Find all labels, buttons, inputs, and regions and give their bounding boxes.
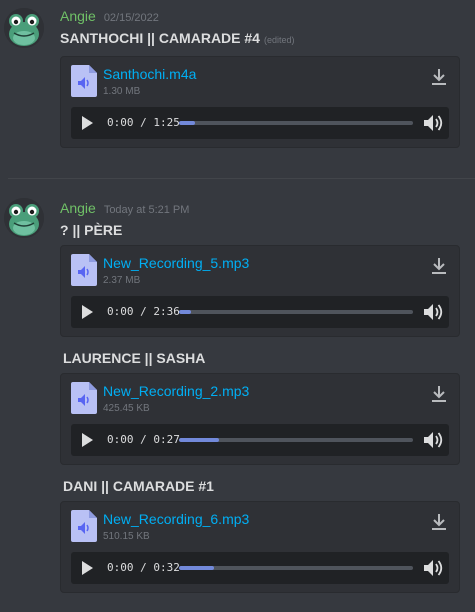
frog-avatar-icon (4, 198, 44, 238)
playback-time: 0:00 / 0:27 (107, 433, 180, 446)
username[interactable]: Angie (60, 200, 96, 216)
progress-fill (179, 566, 215, 570)
file-name-link[interactable]: New_Recording_6.mp3 (103, 511, 249, 527)
file-size: 425.45 KB (103, 403, 150, 414)
download-icon[interactable] (429, 512, 449, 532)
message-header: Angie 02/15/2022 (60, 8, 159, 26)
play-icon[interactable] (81, 116, 93, 130)
timestamp: Today at 5:21 PM (103, 204, 190, 216)
volume-icon[interactable] (423, 559, 443, 577)
progress-bar[interactable] (179, 566, 413, 570)
message-header: Angie Today at 5:21 PM (60, 200, 189, 218)
progress-fill (179, 121, 196, 125)
message-divider (8, 178, 475, 179)
edited-label: (edited) (263, 35, 295, 45)
message-title: ? || PÈRE (60, 222, 123, 238)
audio-attachment: New_Recording_6.mp3 510.15 KB 0:00 / 0:3… (60, 501, 460, 593)
volume-icon[interactable] (423, 431, 443, 449)
download-icon[interactable] (429, 67, 449, 87)
progress-fill (179, 438, 219, 442)
file-size: 1.30 MB (103, 86, 141, 97)
audio-player: 0:00 / 2:36 (71, 296, 449, 328)
user-avatar[interactable] (4, 8, 44, 48)
volume-icon[interactable] (423, 114, 443, 132)
audio-attachment: New_Recording_2.mp3 425.45 KB 0:00 / 0:2… (60, 373, 460, 465)
audio-player: 0:00 / 0:27 (71, 424, 449, 456)
progress-bar[interactable] (179, 438, 413, 442)
play-icon[interactable] (81, 305, 93, 319)
progress-fill (179, 310, 191, 314)
audio-file-icon (71, 65, 97, 97)
playback-time: 0:00 / 2:36 (107, 305, 180, 318)
audio-attachment: New_Recording_5.mp3 2.37 MB 0:00 / 2:36 (60, 245, 460, 337)
file-name-link[interactable]: Santhochi.m4a (103, 66, 196, 82)
download-icon[interactable] (429, 384, 449, 404)
message-title: SANTHOCHI || CAMARADE #4 (60, 30, 260, 46)
playback-time: 0:00 / 0:32 (107, 561, 180, 574)
frog-avatar-icon (4, 8, 44, 48)
download-icon[interactable] (429, 256, 449, 276)
file-size: 2.37 MB (103, 275, 141, 286)
audio-player: 0:00 / 0:32 (71, 552, 449, 584)
progress-bar[interactable] (179, 310, 413, 314)
file-name-link[interactable]: New_Recording_5.mp3 (103, 255, 249, 271)
username[interactable]: Angie (60, 8, 96, 24)
audio-file-icon (71, 510, 97, 542)
volume-icon[interactable] (423, 303, 443, 321)
audio-player: 0:00 / 1:25 (71, 107, 449, 139)
progress-bar[interactable] (179, 121, 413, 125)
play-icon[interactable] (81, 561, 93, 575)
file-name-link[interactable]: New_Recording_2.mp3 (103, 383, 249, 399)
timestamp: 02/15/2022 (103, 12, 159, 24)
playback-time: 0:00 / 1:25 (107, 116, 180, 129)
play-icon[interactable] (81, 433, 93, 447)
file-size: 510.15 KB (103, 531, 150, 542)
audio-attachment: Santhochi.m4a 1.30 MB 0:00 / 1:25 (60, 56, 460, 148)
message-title: LAURENCE || SASHA (63, 350, 206, 366)
message-text: SANTHOCHI || CAMARADE #4 (edited) (60, 30, 294, 46)
audio-file-icon (71, 254, 97, 286)
message-title: DANI || CAMARADE #1 (63, 478, 214, 494)
user-avatar[interactable] (4, 198, 44, 238)
audio-file-icon (71, 382, 97, 414)
